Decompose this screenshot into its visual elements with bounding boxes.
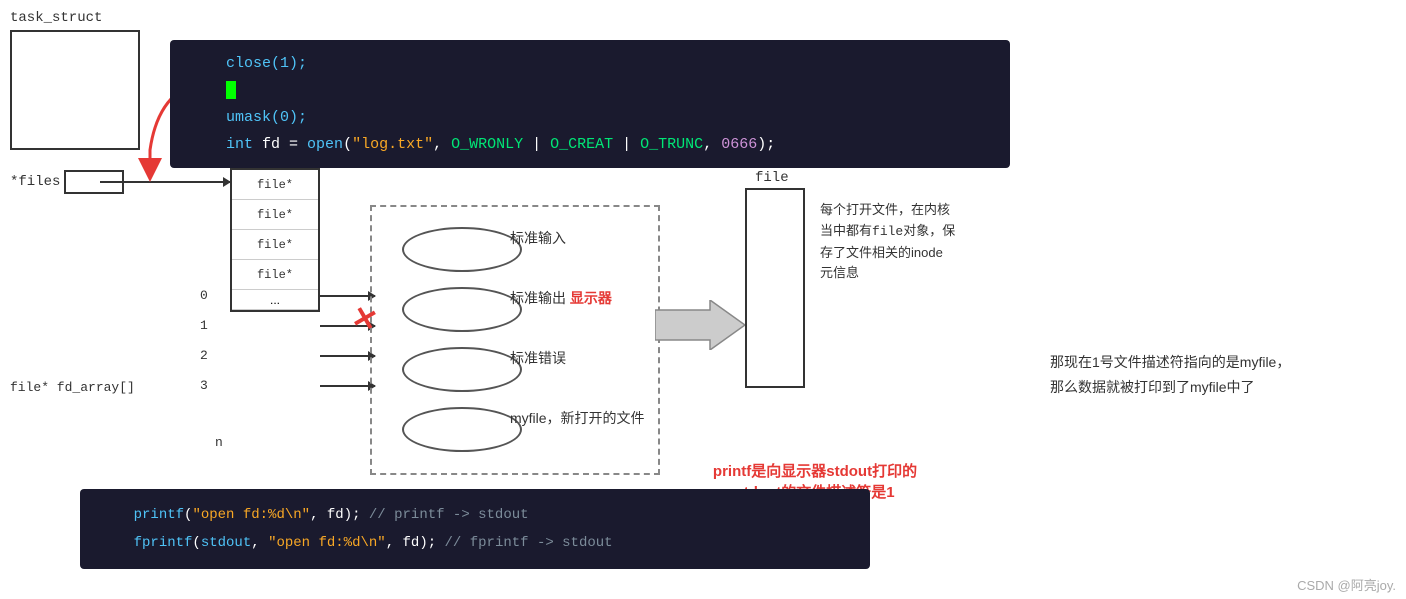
file-desc-line4: 元信息 xyxy=(820,265,859,280)
files-connector-arrow xyxy=(100,181,230,183)
code-line-int: int fd = open("log.txt", O_WRONLY | O_CR… xyxy=(190,131,990,158)
code-bottom-line1: printf("open fd:%d\n", fd); // printf ->… xyxy=(100,501,850,529)
code-line-cursor xyxy=(190,77,990,104)
oval-label-stdout-static: 标准输出 显示器 xyxy=(510,288,612,308)
task-struct-label: task_struct xyxy=(10,10,102,26)
fs-row-3: file* xyxy=(232,260,318,290)
code-bottom-line2: fprintf(stdout, "open fd:%d\n", fd); // … xyxy=(100,529,850,557)
index-3: 3 xyxy=(200,370,208,400)
right-desc-line2: 那么数据就被打印到了myfile中了 xyxy=(1050,375,1350,400)
code-block-bottom: printf("open fd:%d\n", fd); // printf ->… xyxy=(80,489,870,569)
printf-desc-line1: printf是向显示器stdout打印的 xyxy=(660,460,970,481)
oval-label-stderr: 标准错误 xyxy=(510,348,566,368)
arrow-to-oval-0 xyxy=(320,295,375,297)
code-block-top: close(1); umask(0); int fd = open("log.t… xyxy=(170,40,1010,168)
fs-row-2: file* xyxy=(232,230,318,260)
csdn-watermark: CSDN @阿亮joy. xyxy=(1297,575,1396,594)
file-description: 每个打开文件，在内核 当中都有file对象，保 存了文件相关的inode 元信息 xyxy=(820,200,1020,284)
index-2: 2 xyxy=(200,340,208,370)
arrow-to-oval-2 xyxy=(320,355,375,357)
big-right-arrow xyxy=(655,300,745,350)
file-desc-line1: 每个打开文件，在内核 xyxy=(820,202,950,217)
file-desc-line3: 存了文件相关的inode xyxy=(820,245,943,260)
oval-stderr xyxy=(402,347,522,392)
fs-row-0: file* xyxy=(232,170,318,200)
task-struct-box xyxy=(10,30,140,150)
index-0: 0 xyxy=(200,280,208,310)
file-box xyxy=(745,188,805,388)
file-desc-line2: 当中都有file对象，保 xyxy=(820,223,955,238)
oval-myfile xyxy=(402,407,522,452)
code-line-umask: umask(0); xyxy=(190,104,990,131)
right-desc-line1: 那现在1号文件描述符指向的是myfile， xyxy=(1050,350,1350,375)
fs-row-ellipsis: ... xyxy=(232,290,318,310)
code-line-close: close(1); xyxy=(190,50,990,77)
oval-label-stdin: 标准输入 xyxy=(510,228,566,248)
files-struct-box: file* file* file* file* ... xyxy=(230,168,320,312)
file-label: file xyxy=(755,170,789,186)
files-label: *files xyxy=(10,174,60,190)
fd-array-label: file* fd_array[] xyxy=(10,380,135,395)
right-description: 那现在1号文件描述符指向的是myfile， 那么数据就被打印到了myfile中了 xyxy=(1050,350,1350,400)
oval-stdout xyxy=(402,287,522,332)
fs-row-1: file* xyxy=(232,200,318,230)
index-labels: 0 1 2 3 xyxy=(200,280,208,400)
n-label: n xyxy=(215,435,223,450)
oval-label-myfile: myfile，新打开的文件 xyxy=(510,408,645,428)
arrow-to-oval-3 xyxy=(320,385,375,387)
oval-label-stdout-red: 显示器 xyxy=(570,290,612,306)
index-1: 1 xyxy=(200,310,208,340)
oval-stdin xyxy=(402,227,522,272)
